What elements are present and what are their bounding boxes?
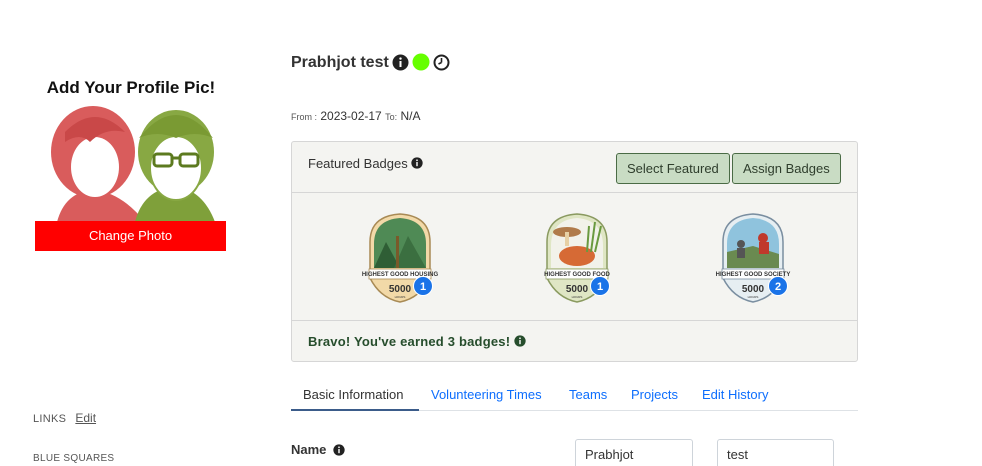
from-date: 2023-02-17 xyxy=(320,109,382,123)
badge-society-sub: HOURS xyxy=(748,295,759,299)
badge-food-sub: HOURS xyxy=(572,295,583,299)
tab-basic-information[interactable]: Basic Information xyxy=(291,378,419,411)
badge-housing-hours: 5000 xyxy=(389,284,412,295)
badges-header: Featured Badges Select Featured Assign B… xyxy=(292,142,857,193)
featured-badges-card: Featured Badges Select Featured Assign B… xyxy=(291,141,858,362)
name-label: Name xyxy=(291,442,327,457)
badge-society[interactable]: HIGHEST GOOD SOCIETY 5000 HOURS 2 xyxy=(713,212,793,312)
badge-food[interactable]: HIGHEST GOOD FOOD 5000 HOURS 1 xyxy=(537,212,617,312)
badge-food-hours: 5000 xyxy=(566,284,589,295)
date-range: From : 2023-02-17 To: N/A xyxy=(291,109,420,123)
tab-edit-history[interactable]: Edit History xyxy=(702,378,768,411)
select-featured-button[interactable]: Select Featured xyxy=(616,153,730,184)
badges-list: HIGHEST GOOD HOUSING 5000 HOURS 1 HIGHES… xyxy=(292,194,857,320)
change-photo-button[interactable]: Change Photo xyxy=(35,221,226,251)
to-label: To: xyxy=(385,112,398,122)
badge-housing-count: 1 xyxy=(413,276,433,296)
links-edit-link[interactable]: Edit xyxy=(75,411,96,425)
assign-badges-button[interactable]: Assign Badges xyxy=(732,153,841,184)
links-section: LINKS Edit xyxy=(33,411,96,425)
badge-food-count: 1 xyxy=(590,276,610,296)
info-icon[interactable] xyxy=(411,156,424,171)
status-green-dot-icon xyxy=(412,53,430,76)
user-status-icons xyxy=(392,53,450,76)
badge-housing-sub: HOURS xyxy=(395,295,406,299)
info-icon[interactable] xyxy=(514,334,526,349)
profile-pic-caption: Add Your Profile Pic! xyxy=(47,78,215,97)
clock-icon[interactable] xyxy=(433,54,450,76)
first-name-field[interactable] xyxy=(575,439,693,466)
links-label: LINKS xyxy=(33,413,67,425)
tab-teams[interactable]: Teams xyxy=(569,378,607,411)
badge-housing[interactable]: HIGHEST GOOD HOUSING 5000 HOURS 1 xyxy=(360,212,440,312)
badge-society-hours: 5000 xyxy=(742,284,765,295)
info-icon[interactable] xyxy=(333,443,345,461)
featured-badges-label: Featured Badges xyxy=(308,156,408,171)
tab-volunteering-times[interactable]: Volunteering Times xyxy=(431,378,542,411)
badges-earned-text: Bravo! You've earned 3 badges! xyxy=(308,334,511,349)
badges-footer: Bravo! You've earned 3 badges! xyxy=(292,320,857,362)
blue-squares-label: BLUE SQUARES xyxy=(33,453,115,464)
badge-society-count: 2 xyxy=(768,276,788,296)
last-name-field[interactable] xyxy=(717,439,834,466)
info-icon[interactable] xyxy=(392,54,409,76)
profile-tabs: Basic Information Volunteering Times Tea… xyxy=(291,378,858,411)
from-label: From : xyxy=(291,112,317,122)
to-date: N/A xyxy=(400,109,421,123)
user-name: Prabhjot test xyxy=(291,54,389,71)
tab-projects[interactable]: Projects xyxy=(631,378,678,411)
featured-badges-title: Featured Badges xyxy=(308,156,424,171)
